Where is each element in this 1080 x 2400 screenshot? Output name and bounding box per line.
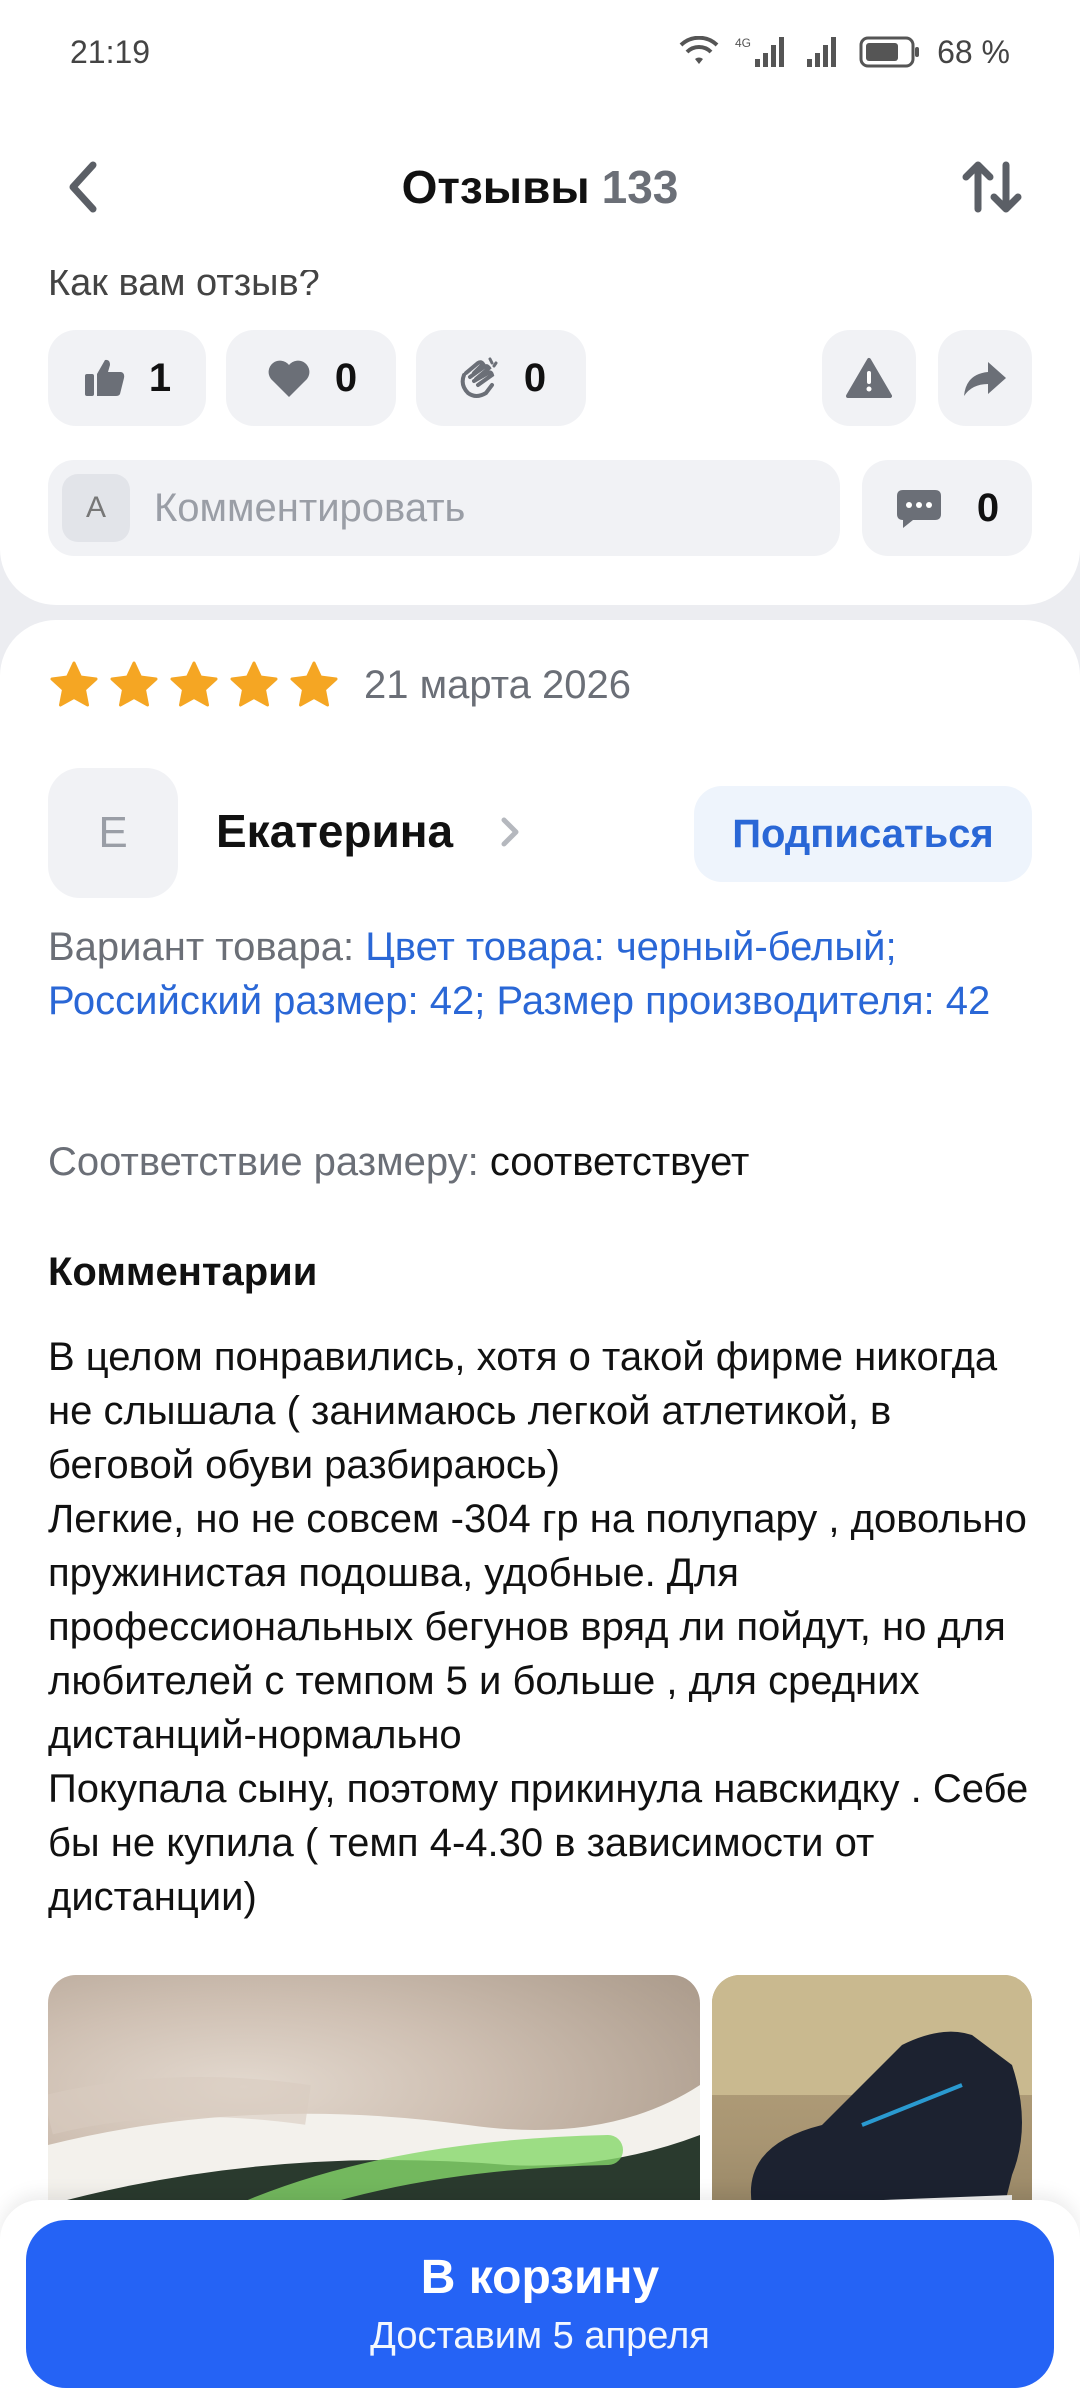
previous-review-card: Как вам отзыв? 1 0 0 А Комментировать 0 [0,270,1080,605]
like-button[interactable]: 1 [48,330,206,426]
reviews-header: Отзывы 133 [0,104,1080,270]
star-icon [230,661,278,707]
reactions-row: 1 0 0 [48,330,1032,426]
star-icon [50,661,98,707]
heart-icon [268,360,310,397]
signal-4g-icon: 4G [735,36,785,67]
bottom-bar: В корзину Доставим 5 апреля [0,2200,1080,2400]
review-text: В целом понравились, хотя о такой фирме … [48,1335,1029,1919]
subscribe-button[interactable]: Подписаться [694,786,1032,882]
signal-icon [807,37,837,67]
add-to-cart-label: В корзину [420,2251,660,2304]
size-fit-label: Соответствие размеру: [48,1140,479,1184]
comment-placeholder: Комментировать [154,485,466,530]
author-avatar[interactable]: Е [48,768,178,898]
battery-icon [859,36,920,68]
rating-row: 21 марта 2026 [48,660,631,710]
like-count: 1 [148,355,172,400]
review-date: 21 марта 2026 [364,662,631,707]
chat-bubble-icon [896,490,941,528]
back-button[interactable] [48,152,118,222]
delivery-date: Доставим 5 апреля [370,2315,710,2357]
variant-label: Вариант товара: [48,925,355,969]
star-icon [110,661,158,707]
heart-count: 0 [334,355,358,400]
comment-count: 0 [976,485,1000,530]
chevron-left-icon [69,161,97,213]
star-icon [170,661,218,707]
chevron-right-icon[interactable] [496,812,526,852]
rate-review-prompt: Как вам отзыв? [48,270,320,304]
report-button[interactable] [822,330,916,426]
review-card: 21 марта 2026 Е Екатерина Подписаться Ва… [0,620,1080,2400]
reviews-count: 133 [601,161,679,213]
heart-button[interactable]: 0 [226,330,396,426]
size-fit: Соответствие размеру: соответствует [48,1140,749,1185]
network-label: 4G [735,36,751,50]
wifi-icon [679,36,719,64]
star-rating [48,660,340,710]
clap-button[interactable]: 0 [416,330,586,426]
size-fit-value: соответствует [489,1140,750,1184]
sort-button[interactable] [952,147,1032,227]
user-avatar: А [62,474,130,542]
author-row: Е Екатерина Подписаться [48,768,1032,898]
comments-button[interactable]: 0 [862,460,1032,556]
battery-percent: 68 % [937,33,1010,70]
status-time: 21:19 [70,33,151,70]
thumbs-up-icon [84,359,125,396]
star-icon [290,661,338,707]
status-icons: 4G 68 % [679,34,1010,71]
add-to-cart-button[interactable]: В корзину Доставим 5 апреля [26,2220,1054,2388]
comments-heading: Комментарии [48,1250,318,1294]
comment-input[interactable]: А Комментировать [48,460,840,556]
clap-count: 0 [523,355,547,400]
page-title: Отзывы 133 [402,160,679,214]
clapping-hands-icon [460,357,498,398]
share-arrow-icon [964,362,1006,396]
share-button[interactable] [938,330,1032,426]
status-bar: 21:19 4G 68 % [0,0,1080,104]
product-variant: Вариант товара: Цвет товара: черный-белы… [48,920,1038,1028]
warning-icon [846,358,892,398]
sort-arrows-icon [962,161,1022,213]
page-title-text: Отзывы [401,161,590,213]
author-name[interactable]: Екатерина [216,804,453,858]
